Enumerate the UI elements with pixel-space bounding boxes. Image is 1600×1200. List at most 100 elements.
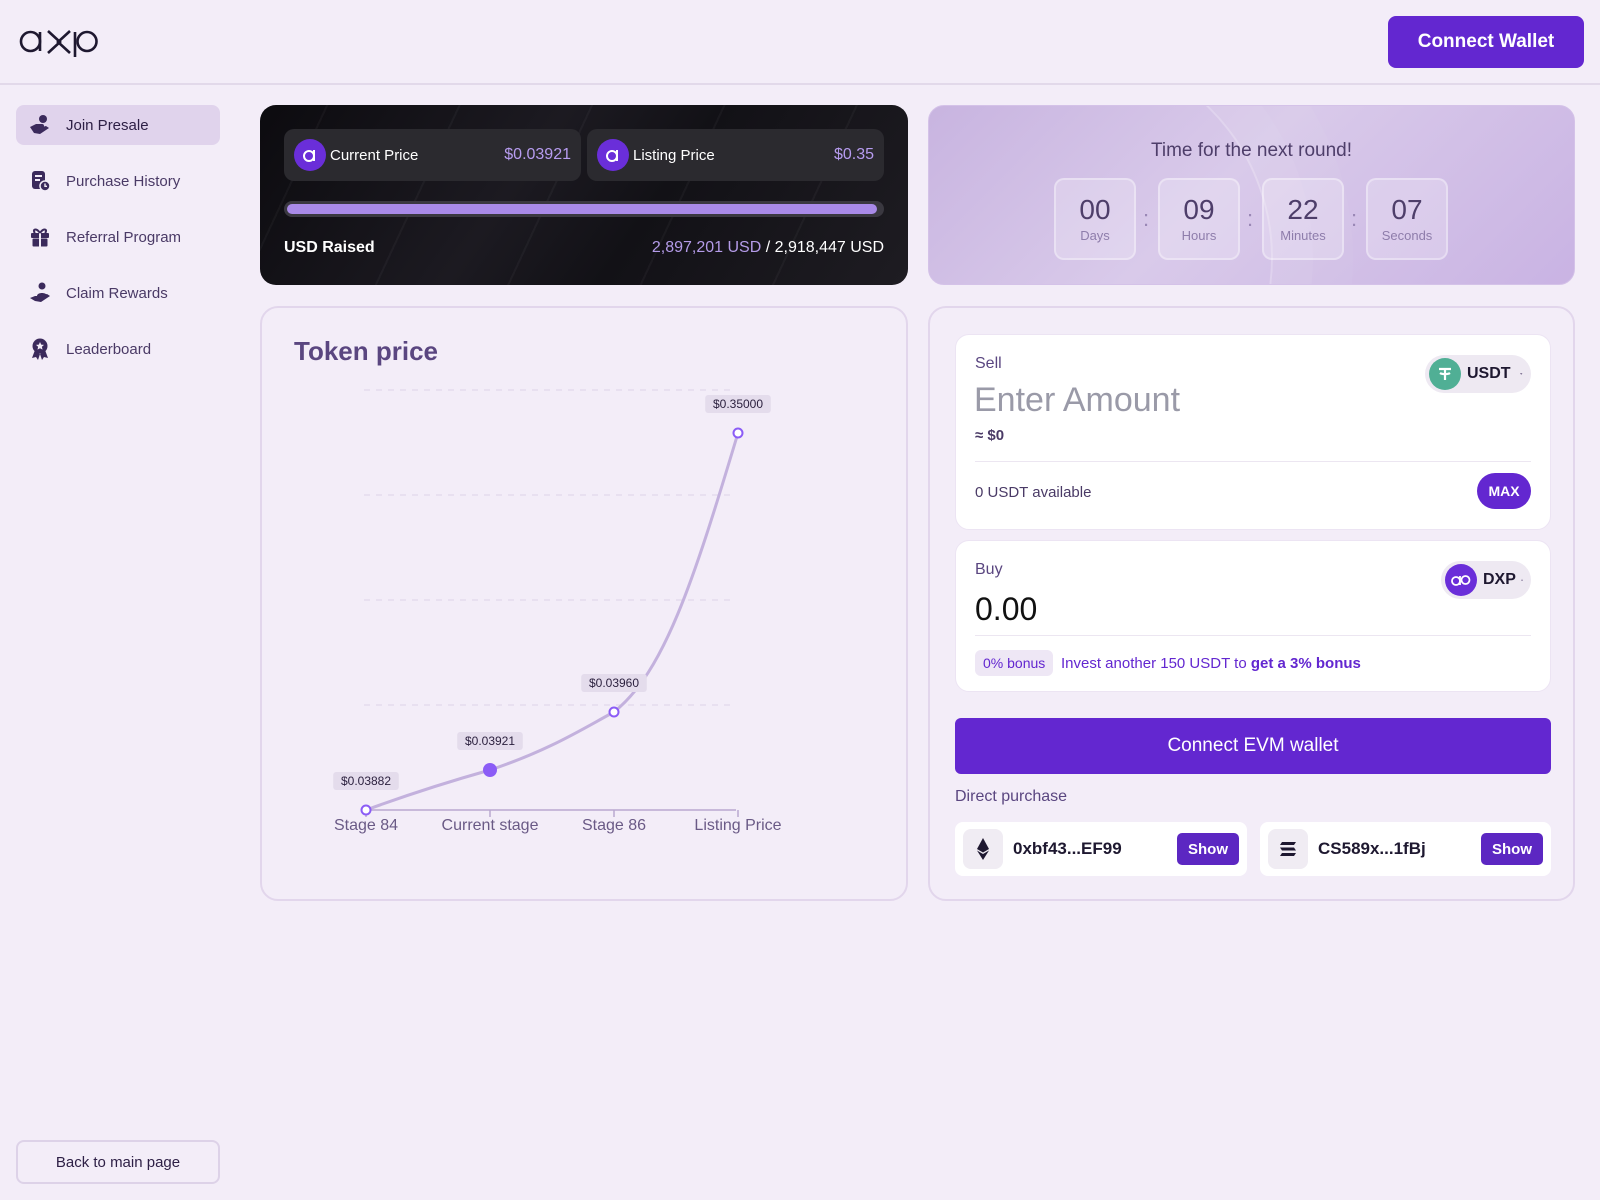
divider: [975, 635, 1531, 636]
sell-token-select[interactable]: USDT: [1425, 355, 1531, 393]
eth-address: 0xbf43...EF99: [1013, 839, 1122, 858]
listing-price-label: Listing Price: [633, 146, 715, 164]
show-eth-address-button[interactable]: Show: [1177, 833, 1239, 865]
direct-purchase-label: Direct purchase: [955, 788, 1068, 805]
timer-colon: :: [1351, 206, 1358, 231]
x-tick-label: Stage 86: [582, 817, 646, 834]
timer-seconds: 07 Seconds: [1366, 178, 1448, 260]
data-label: $0.35000: [713, 397, 763, 411]
sidebar-item-leaderboard[interactable]: Leaderboard: [16, 329, 220, 369]
token-price-chart: Stage 84 $0.03882 Current stage $0.03921 Sta…: [333, 389, 782, 834]
top-header: Connect Wallet: [0, 0, 1600, 85]
usdt-icon: [1429, 358, 1461, 390]
presale-price-card: Current Price $0.03921 Listing Price $0.…: [260, 105, 908, 285]
sidebar-item-label: Referral Program: [66, 228, 182, 246]
x-tick-label: Current stage: [442, 817, 539, 834]
sidebar-item-label: Purchase History: [66, 172, 181, 190]
timer-colon: :: [1247, 206, 1254, 231]
available-balance: 0 USDT available: [975, 484, 1092, 501]
data-label: $0.03960: [589, 676, 639, 690]
hand-coin-icon: [30, 115, 49, 134]
dxp-logo[interactable]: [18, 22, 104, 60]
timer-hours: 09 Hours: [1158, 178, 1240, 260]
data-point: [483, 763, 497, 777]
show-sol-address-button[interactable]: Show: [1481, 833, 1543, 865]
timer-value: 22: [1287, 194, 1319, 225]
buy-panel: Buy 0.00 DXP 0% bonus Invest another 150…: [955, 540, 1551, 692]
timer-unit: Days: [1080, 228, 1110, 243]
sidebar-item-label: Leaderboard: [66, 340, 152, 358]
raised-current: 2,897,201 USD: [651, 239, 762, 256]
hand-user-icon: [30, 282, 50, 302]
sell-token-label: USDT: [1467, 365, 1511, 382]
gift-icon: [31, 228, 49, 247]
timer-title: Time for the next round!: [1150, 140, 1352, 161]
listing-price-pill: Listing Price $0.35: [587, 129, 884, 181]
connect-evm-wallet-button[interactable]: Connect EVM wallet: [955, 718, 1551, 774]
sidebar-item-claim-rewards[interactable]: Claim Rewards: [16, 273, 220, 313]
sol-address-box: CS589x...1fBj Show: [1260, 822, 1551, 876]
data-label: $0.03882: [341, 774, 391, 788]
bonus-badge: 0% bonus: [975, 650, 1054, 676]
bonus-text: Invest another 150 USDT to: [1061, 655, 1247, 672]
data-point: [732, 427, 744, 439]
current-price-pill: Current Price $0.03921: [284, 129, 581, 181]
raise-progress-bar: [284, 201, 884, 217]
raise-progress-fill: [287, 204, 877, 214]
sell-label: Sell: [975, 355, 1002, 372]
receipt-clock-icon: [32, 171, 51, 192]
current-price-label: Current Price: [330, 146, 419, 164]
solana-icon: [1268, 829, 1308, 869]
raised-goal: 2,918,447 USD: [774, 239, 884, 256]
timer-unit: Seconds: [1381, 228, 1433, 243]
dxp-coin-icon: [1445, 564, 1477, 596]
swap-card: Sell ≈ $0 USDT 0 USDT available MAX Buy …: [928, 306, 1575, 901]
listing-price-value: $0.35: [833, 146, 874, 163]
sell-amount-input[interactable]: [974, 381, 1394, 420]
ethereum-icon: [963, 829, 1003, 869]
buy-token-display: DXP: [1441, 561, 1531, 599]
buy-label: Buy: [975, 561, 1003, 578]
usd-raised-label: USD Raised: [284, 239, 375, 256]
timer-unit: Minutes: [1280, 228, 1326, 243]
divider: [975, 461, 1531, 462]
eth-address-box: 0xbf43...EF99 Show: [955, 822, 1247, 876]
data-point: [360, 804, 372, 816]
bonus-link[interactable]: get a 3% bonus: [1251, 655, 1361, 672]
data-label: $0.03921: [465, 734, 515, 748]
sol-address: CS589x...1fBj: [1318, 839, 1426, 858]
price-line: [365, 432, 740, 812]
sell-usd-value: ≈ $0: [975, 427, 1005, 444]
x-tick-label: Stage 84: [334, 817, 398, 834]
sidebar-item-purchase-history[interactable]: Purchase History: [16, 161, 220, 201]
timer-value: 00: [1079, 194, 1111, 225]
timer-colon: :: [1143, 206, 1150, 231]
current-price-value: $0.03921: [504, 146, 571, 163]
bonus-message: Invest another 150 USDT to get a 3% bonu…: [1061, 655, 1361, 672]
connect-wallet-button[interactable]: Connect Wallet: [1388, 16, 1584, 68]
timer-minutes: 22 Minutes: [1262, 178, 1344, 260]
timer-unit: Hours: [1181, 228, 1217, 243]
dxp-coin-icon: [597, 139, 629, 171]
timer-value: 07: [1391, 194, 1423, 225]
max-button[interactable]: MAX: [1477, 473, 1531, 509]
next-round-timer-card: Time for the next round! 00 Days : 09 Ho…: [928, 105, 1575, 285]
sidebar-item-join-presale[interactable]: Join Presale: [16, 105, 220, 145]
back-to-main-button[interactable]: Back to main page: [16, 1140, 220, 1184]
lock-icon: [1521, 578, 1523, 582]
dxp-coin-icon: [294, 139, 326, 171]
sidebar-item-label: Claim Rewards: [66, 284, 168, 302]
data-point: [608, 706, 620, 718]
sidebar-item-label: Join Presale: [66, 116, 149, 134]
x-tick-label: Listing Price: [694, 817, 781, 834]
award-icon: [32, 338, 48, 360]
usd-raised-value: 2,897,201 USD / 2,918,447 USD: [652, 239, 884, 257]
token-price-chart-card: Token price Stage 84 $0.03882 Current stag…: [260, 306, 908, 901]
timer-days: 00 Days: [1054, 178, 1136, 260]
buy-token-label: DXP: [1483, 571, 1516, 588]
sidebar-item-referral-program[interactable]: Referral Program: [16, 217, 220, 257]
sell-panel: Sell ≈ $0 USDT 0 USDT available MAX: [955, 334, 1551, 530]
chevron-down-icon: [1519, 373, 1523, 375]
timer-value: 09: [1183, 194, 1215, 225]
buy-amount: 0.00: [975, 591, 1038, 627]
